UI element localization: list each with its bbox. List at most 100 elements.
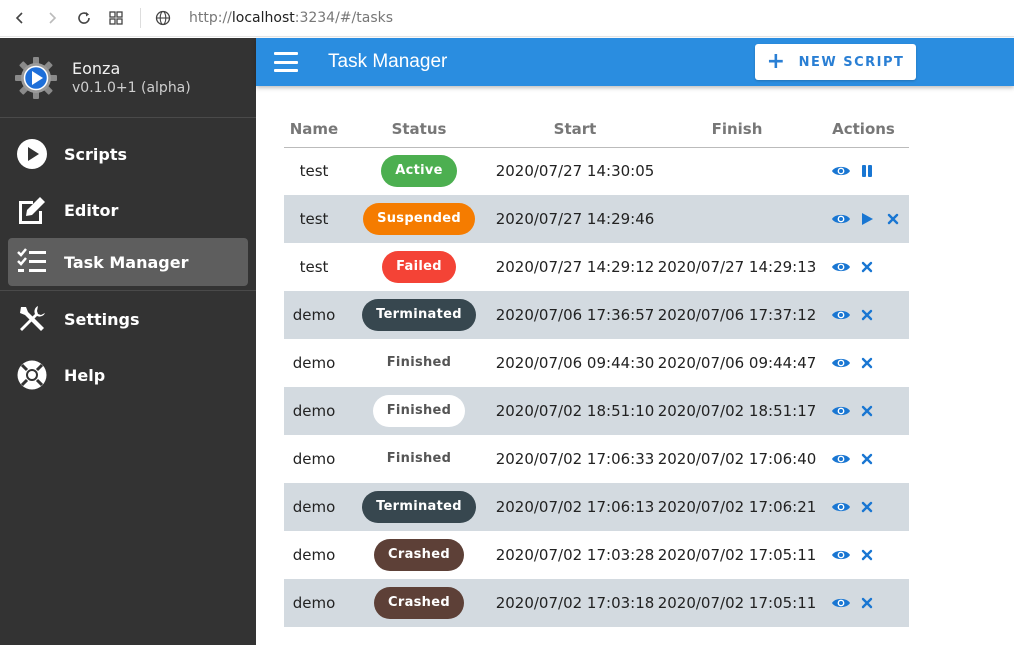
cell-status: Finished <box>344 339 494 387</box>
cell-status: Terminated <box>344 483 494 531</box>
checklist-icon <box>16 246 48 278</box>
cell-start: 2020/07/27 14:29:46 <box>494 195 656 243</box>
status-badge: Terminated <box>362 491 476 523</box>
browser-toolbar: http://localhost:3234/#/tasks <box>0 0 1014 37</box>
globe-icon <box>149 4 177 32</box>
eye-icon[interactable] <box>830 208 852 230</box>
table-row: demo Terminated 2020/07/02 17:06:13 2020/07… <box>284 483 909 531</box>
forward-icon[interactable] <box>38 4 66 32</box>
eye-icon[interactable] <box>830 592 852 614</box>
close-icon[interactable] <box>882 208 904 230</box>
eye-icon[interactable] <box>830 352 852 374</box>
back-icon[interactable] <box>6 4 34 32</box>
cell-actions <box>818 531 909 579</box>
cell-finish: 2020/07/02 17:05:11 <box>656 579 818 627</box>
sidebar-item-editor[interactable]: Editor <box>0 182 256 238</box>
cell-finish <box>656 147 818 195</box>
cell-finish: 2020/07/06 17:37:12 <box>656 291 818 339</box>
column-header-actions: Actions <box>818 112 909 148</box>
sidebar-item-help[interactable]: Help <box>0 347 256 403</box>
status-badge: Suspended <box>363 203 475 235</box>
close-icon[interactable] <box>856 352 878 374</box>
app-version: v0.1.0+1 (alpha) <box>72 80 191 96</box>
app-name: Eonza <box>72 59 121 78</box>
cell-name: demo <box>292 354 336 372</box>
table-body: test Active 2020/07/27 14:30:05 test Suspend… <box>284 147 909 627</box>
cell-name: test <box>299 162 329 181</box>
cell-status: Finished <box>344 435 494 483</box>
sidebar-item-label: Task Manager <box>64 252 189 272</box>
grid-icon[interactable] <box>102 4 130 32</box>
cell-actions <box>818 435 909 483</box>
close-icon[interactable] <box>856 544 878 566</box>
address-bar[interactable]: http://localhost:3234/#/tasks <box>189 10 393 26</box>
table-row: test Failed 2020/07/27 14:29:12 2020/07/27 … <box>284 243 909 291</box>
close-icon[interactable] <box>856 448 878 470</box>
eye-icon[interactable] <box>830 448 852 470</box>
sidebar-item-label: Scripts <box>64 144 128 164</box>
cell-actions <box>818 195 909 243</box>
sidebar-item-scripts[interactable]: Scripts <box>0 126 256 182</box>
status-badge: Failed <box>382 251 456 283</box>
play-icon[interactable] <box>856 208 878 230</box>
table-row: demo Finished 2020/07/06 09:44:30 2020/07/0… <box>284 339 909 387</box>
cell-start: 2020/07/02 18:51:10 <box>494 387 656 435</box>
cell-status: Failed <box>344 243 494 291</box>
cell-actions <box>818 579 909 627</box>
menu-icon[interactable] <box>274 52 298 72</box>
table-row: demo Crashed 2020/07/02 17:03:28 2020/07/02… <box>284 531 909 579</box>
brand: Eonza v0.1.0+1 (alpha) <box>0 38 256 118</box>
sidebar: Eonza v0.1.0+1 (alpha) Scripts Editor Ta… <box>0 38 256 645</box>
table-row: demo Finished 2020/07/02 17:06:33 2020/07/0… <box>284 435 909 483</box>
new-script-label: NEW SCRIPT <box>798 54 905 70</box>
status-badge: Terminated <box>362 299 476 331</box>
status-badge: Active <box>381 155 457 188</box>
cell-actions <box>818 291 909 339</box>
cell-start: 2020/07/27 14:30:05 <box>495 162 655 181</box>
eye-icon[interactable] <box>830 160 852 182</box>
reload-icon[interactable] <box>70 4 98 32</box>
edit-icon <box>16 194 48 226</box>
cell-status: Crashed <box>344 531 494 579</box>
cell-finish: 2020/07/02 17:05:11 <box>657 546 817 564</box>
close-icon[interactable] <box>856 592 878 614</box>
pause-icon[interactable] <box>856 160 878 182</box>
cell-finish <box>656 195 818 243</box>
eye-icon[interactable] <box>830 256 852 278</box>
new-script-button[interactable]: + NEW SCRIPT <box>755 44 916 80</box>
table-row: demo Finished 2020/07/02 18:51:10 2020/07/0… <box>284 387 909 435</box>
cell-start: 2020/07/06 09:44:30 <box>495 354 655 372</box>
cell-name: test <box>299 258 329 276</box>
cell-actions <box>818 147 909 195</box>
sidebar-item-task-manager[interactable]: Task Manager <box>8 238 248 286</box>
cell-finish: 2020/07/02 18:51:17 <box>656 387 818 435</box>
eye-icon[interactable] <box>830 400 852 422</box>
cell-actions <box>818 339 909 387</box>
table-header-row: Name Status Start Finish Actions <box>284 112 909 148</box>
status-badge: Finished <box>372 347 466 379</box>
url-host: localhost <box>231 10 295 26</box>
status-badge: Crashed <box>374 539 464 571</box>
close-icon[interactable] <box>856 400 878 422</box>
cell-start: 2020/07/02 17:06:13 <box>494 483 656 531</box>
cell-name: demo <box>284 387 344 435</box>
table-row: demo Terminated 2020/07/06 17:36:57 2020/07… <box>284 291 909 339</box>
status-badge: Crashed <box>374 587 464 619</box>
gear-logo-icon <box>15 56 57 99</box>
page-title: Task Manager <box>328 51 448 72</box>
eye-icon[interactable] <box>830 544 852 566</box>
close-icon[interactable] <box>856 304 878 326</box>
cell-status: Terminated <box>344 291 494 339</box>
tools-icon <box>16 303 48 335</box>
cell-start: 2020/07/06 17:36:57 <box>494 291 656 339</box>
eye-icon[interactable] <box>830 304 852 326</box>
sidebar-item-settings[interactable]: Settings <box>0 291 256 347</box>
close-icon[interactable] <box>856 496 878 518</box>
url-prefix: http:// <box>189 10 232 26</box>
table-row: test Active 2020/07/27 14:30:05 <box>284 147 909 195</box>
tasks-table-container: Name Status Start Finish Actions test Act… <box>284 112 909 627</box>
cell-status: Finished <box>344 387 494 435</box>
close-icon[interactable] <box>856 256 878 278</box>
eye-icon[interactable] <box>830 496 852 518</box>
status-badge: Finished <box>372 443 466 475</box>
